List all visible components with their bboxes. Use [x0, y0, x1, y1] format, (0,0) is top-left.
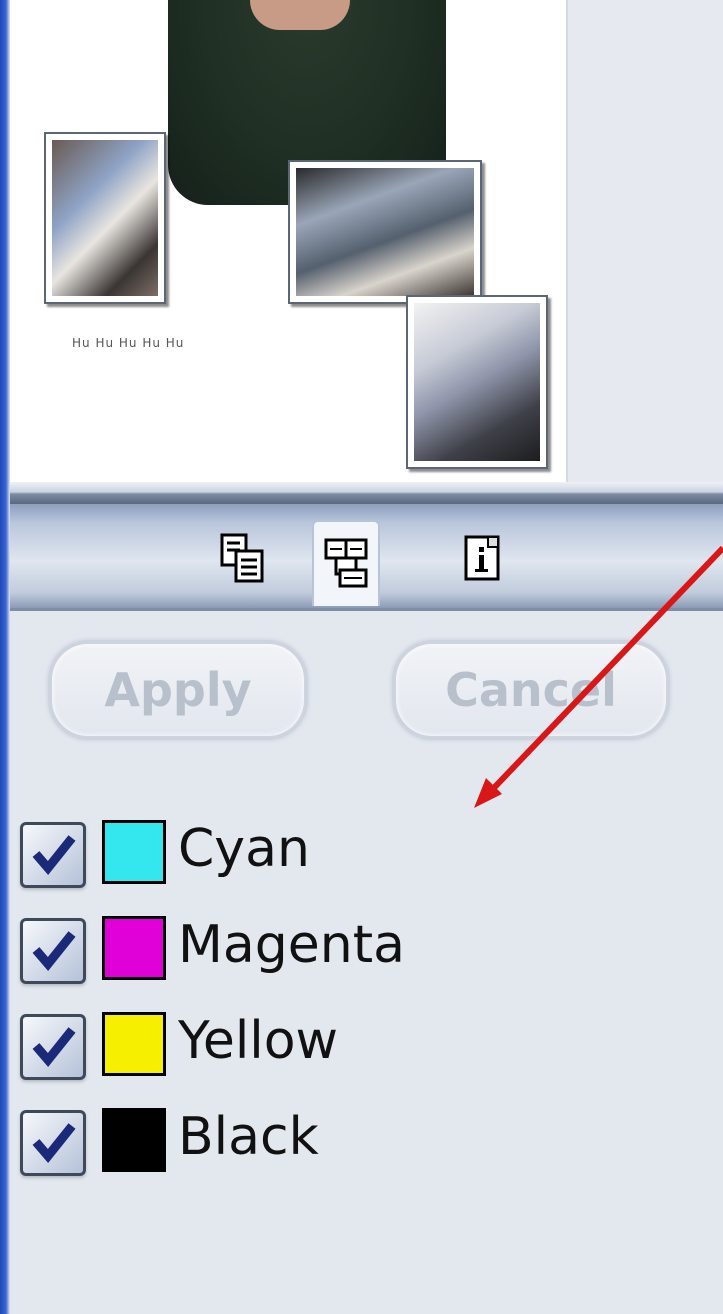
- channel-checkbox-magenta[interactable]: [20, 918, 86, 984]
- checkmark-icon: [32, 1123, 76, 1164]
- channel-label-black: Black: [178, 1107, 319, 1167]
- preview-thumbnail-3: [406, 295, 548, 469]
- channel-swatch-black: [102, 1108, 166, 1172]
- tab-separations[interactable]: [312, 520, 380, 606]
- channel-swatch-yellow: [102, 1012, 166, 1076]
- tab-bar: [10, 504, 723, 611]
- checkmark-icon: [32, 931, 76, 972]
- channel-checkbox-yellow[interactable]: [20, 1014, 86, 1080]
- channel-row-cyan[interactable]: Cyan: [18, 814, 458, 888]
- document-pages-icon: [218, 533, 266, 589]
- channel-label-magenta: Magenta: [178, 915, 405, 975]
- page-preview: Hu Hu Hu Hu Hu: [10, 0, 566, 482]
- checkmark-icon: [32, 835, 76, 876]
- apply-button[interactable]: Apply: [48, 640, 308, 740]
- checkmark-icon: [32, 1027, 76, 1068]
- tab-pages[interactable]: [210, 526, 274, 596]
- channel-checkbox-black[interactable]: [20, 1110, 86, 1176]
- panel-splitter[interactable]: [10, 482, 723, 504]
- preview-caption: Hu Hu Hu Hu Hu: [72, 336, 185, 350]
- channel-row-yellow[interactable]: Yellow: [18, 1006, 458, 1080]
- preview-margin: [566, 0, 723, 482]
- cancel-button[interactable]: Cancel: [392, 640, 670, 740]
- channel-swatch-cyan: [102, 820, 166, 884]
- separations-icon: [322, 536, 370, 592]
- info-icon: [458, 533, 506, 589]
- tab-info[interactable]: [450, 526, 514, 596]
- preview-thumbnail-2: [288, 160, 482, 304]
- preview-person-face: [250, 0, 350, 30]
- channel-label-cyan: Cyan: [178, 819, 310, 879]
- preview-thumbnail-1: [44, 132, 166, 304]
- channel-swatch-magenta: [102, 916, 166, 980]
- channel-row-black[interactable]: Black: [18, 1102, 458, 1176]
- channel-checkbox-cyan[interactable]: [20, 822, 86, 888]
- channel-row-magenta[interactable]: Magenta: [18, 910, 458, 984]
- channel-label-yellow: Yellow: [178, 1011, 339, 1071]
